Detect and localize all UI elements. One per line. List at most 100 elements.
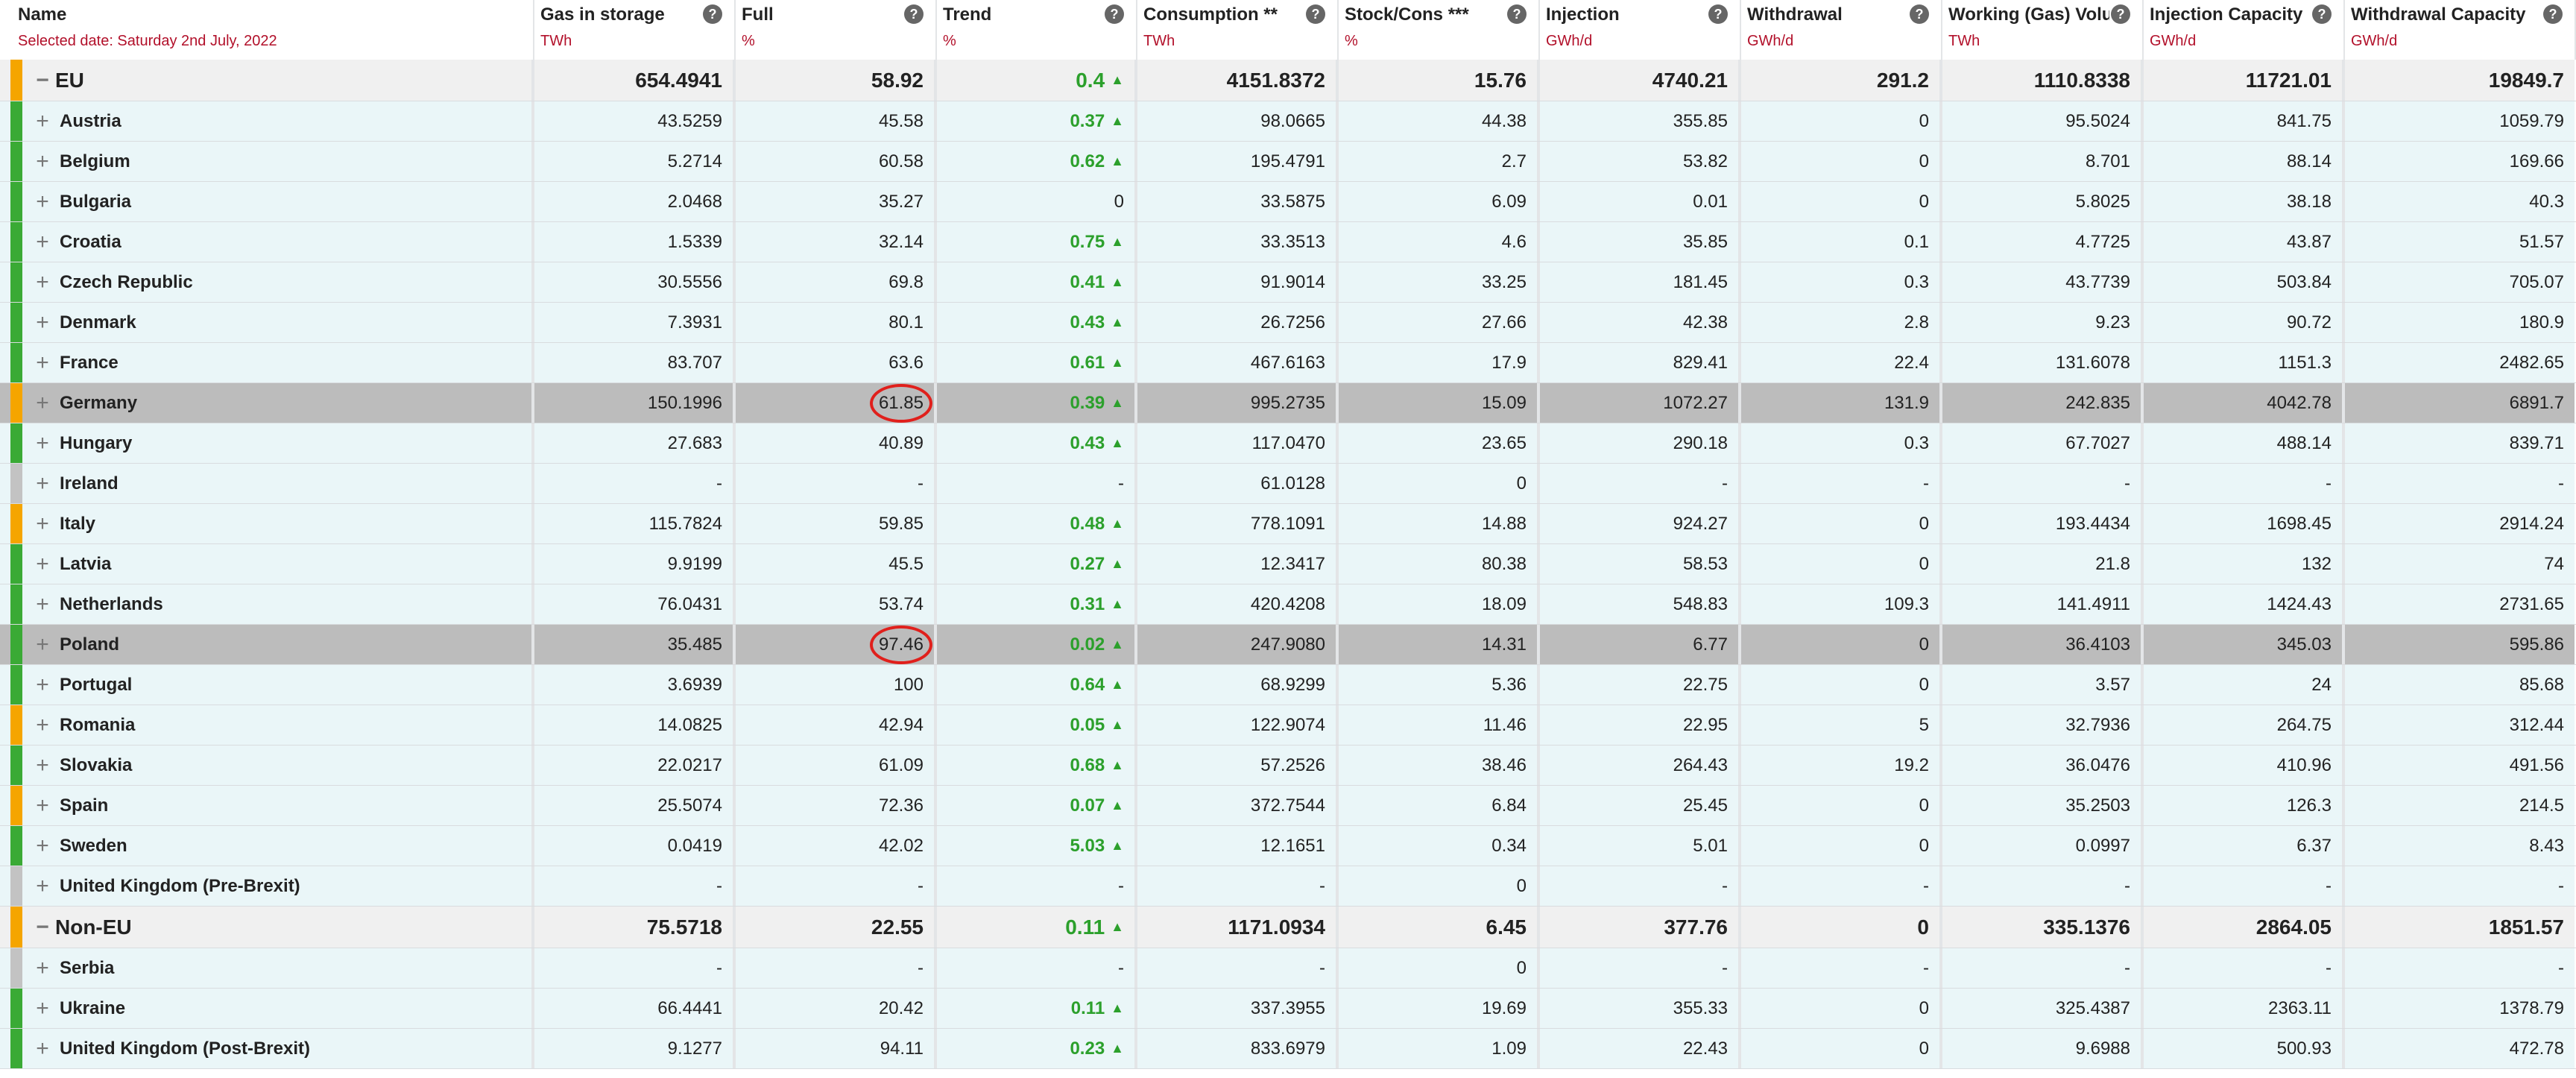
header-working-gas-volume[interactable]: Working (Gas) Volume TWh? — [1942, 0, 2144, 60]
expand-icon[interactable]: + — [33, 673, 52, 696]
table-row[interactable]: + Poland 35.485 97.46 0.02 ▲ 247.9080 14.31 6.77… — [0, 625, 2576, 665]
country-name[interactable]: Czech Republic — [60, 272, 193, 293]
table-row[interactable]: + Germany 150.1996 61.85 0.39 ▲ 995.2735 15.09 1… — [0, 383, 2576, 423]
collapse-icon[interactable]: − — [33, 69, 52, 92]
expand-icon[interactable]: + — [33, 311, 52, 334]
country-name[interactable]: Portugal — [60, 675, 132, 696]
collapse-icon[interactable]: − — [33, 915, 52, 939]
header-full[interactable]: Full%? — [736, 0, 937, 60]
table-row[interactable]: + United Kingdom (Pre-Brexit) - - - - 0 - - - - - — [0, 866, 2576, 907]
expand-icon[interactable]: + — [33, 874, 52, 898]
country-name[interactable]: Slovakia — [60, 755, 132, 776]
help-icon[interactable]: ? — [2312, 4, 2332, 24]
country-name[interactable]: United Kingdom (Pre-Brexit) — [60, 876, 300, 897]
expand-icon[interactable]: + — [33, 794, 52, 817]
help-icon[interactable]: ? — [1708, 4, 1728, 24]
expand-icon[interactable]: + — [33, 997, 52, 1020]
country-name[interactable]: Germany — [60, 393, 137, 414]
country-name[interactable]: France — [60, 353, 119, 373]
group-row-eu[interactable]: − EU 654.4941 58.92 0.4 ▲ 4151.8372 15.76 4740.2… — [0, 60, 2576, 101]
table-row[interactable]: + Portugal 3.6939 100 0.64 ▲ 68.9299 5.36 22.75 0… — [0, 665, 2576, 705]
table-row[interactable]: + United Kingdom (Post-Brexit) 9.1277 94.11… — [0, 1029, 2576, 1069]
gas-in-storage-cell: 35.485 — [534, 625, 736, 664]
expand-icon[interactable]: + — [33, 230, 52, 253]
expand-icon[interactable]: + — [33, 1037, 52, 1060]
expand-icon[interactable]: + — [33, 110, 52, 133]
table-row[interactable]: + Czech Republic 30.5556 69.8 0.41 ▲ 91.9014 33… — [0, 262, 2576, 303]
group-row-non-eu[interactable]: − Non-EU 75.5718 22.55 0.11 ▲ 1171.0934 6.45 377… — [0, 907, 2576, 948]
country-name[interactable]: Croatia — [60, 232, 121, 253]
cell-value: 18.09 — [1481, 593, 1527, 614]
table-row[interactable]: + Denmark 7.3931 80.1 0.43 ▲ 26.7256 27.66 42.38… — [0, 303, 2576, 343]
country-name[interactable]: Bulgaria — [60, 192, 131, 212]
expand-icon[interactable]: + — [33, 472, 52, 495]
table-row[interactable]: + Ireland - - - 61.0128 0 - - - - - — [0, 464, 2576, 504]
table-row[interactable]: + Ukraine 66.4441 20.42 0.11 ▲ 337.3955 19.69 35… — [0, 989, 2576, 1029]
trend-cell: 0 — [937, 182, 1137, 221]
help-icon[interactable]: ? — [2543, 4, 2563, 24]
table-row[interactable]: + Belgium 5.2714 60.58 0.62 ▲ 195.4791 2.7 53.82… — [0, 142, 2576, 182]
table-row[interactable]: + Austria 43.5259 45.58 0.37 ▲ 98.0665 44.38 355… — [0, 101, 2576, 142]
country-name[interactable]: Belgium — [60, 151, 130, 172]
header-consumption[interactable]: Consumption ** TWh? — [1137, 0, 1339, 60]
header-gas-in-storage[interactable]: Gas in storage TWh? — [534, 0, 736, 60]
table-row[interactable]: + Romania 14.0825 42.94 0.05 ▲ 122.9074 11.46 22… — [0, 705, 2576, 746]
country-name[interactable]: Serbia — [60, 958, 114, 979]
help-icon[interactable]: ? — [1306, 4, 1325, 24]
expand-icon[interactable]: + — [33, 432, 52, 455]
group-name[interactable]: Non-EU — [55, 915, 132, 939]
header-injection[interactable]: Injection GWh/d? — [1540, 0, 1741, 60]
country-name[interactable]: Romania — [60, 715, 135, 736]
table-row[interactable]: + Sweden 0.0419 42.02 5.03 ▲ 12.1651 0.34 5.01 0 0… — [0, 826, 2576, 866]
expand-icon[interactable]: + — [33, 593, 52, 616]
expand-icon[interactable]: + — [33, 150, 52, 173]
country-name[interactable]: Ukraine — [60, 998, 125, 1019]
expand-icon[interactable]: + — [33, 552, 52, 576]
country-name[interactable]: Latvia — [60, 554, 111, 575]
table-row[interactable]: + France 83.707 63.6 0.61 ▲ 467.6163 17.9 829.41… — [0, 343, 2576, 383]
header-withdrawal[interactable]: Withdrawal GWh/d? — [1741, 0, 1942, 60]
table-row[interactable]: + Hungary 27.683 40.89 0.43 ▲ 117.0470 23.65 290… — [0, 423, 2576, 464]
expand-icon[interactable]: + — [33, 834, 52, 857]
table-row[interactable]: + Spain 25.5074 72.36 0.07 ▲ 372.7544 6.84 25.45… — [0, 786, 2576, 826]
country-name[interactable]: United Kingdom (Post-Brexit) — [60, 1038, 310, 1059]
header-name[interactable]: Name Selected date: Saturday 2nd July, 2… — [0, 0, 534, 60]
table-row[interactable]: + Croatia 1.5339 32.14 0.75 ▲ 33.3513 4.6 35.85 0… — [0, 222, 2576, 262]
help-icon[interactable]: ? — [904, 4, 924, 24]
expand-icon[interactable]: + — [33, 512, 52, 535]
header-injection-capacity[interactable]: Injection Capacity GWh/d? — [2144, 0, 2345, 60]
header-withdrawal-capacity[interactable]: Withdrawal Capacity GWh/d? — [2345, 0, 2576, 60]
help-icon[interactable]: ? — [1910, 4, 1929, 24]
expand-icon[interactable]: + — [33, 713, 52, 737]
expand-icon[interactable]: + — [33, 633, 52, 656]
expand-icon[interactable]: + — [33, 754, 52, 777]
expand-icon[interactable]: + — [33, 391, 52, 415]
gas-in-storage-cell: 14.0825 — [534, 705, 736, 745]
expand-icon[interactable]: + — [33, 956, 52, 980]
group-name[interactable]: EU — [55, 69, 84, 92]
country-name[interactable]: Italy — [60, 514, 95, 535]
country-name[interactable]: Poland — [60, 634, 119, 655]
country-name[interactable]: Hungary — [60, 433, 132, 454]
country-name[interactable]: Austria — [60, 111, 121, 132]
country-name[interactable]: Sweden — [60, 836, 127, 857]
help-icon[interactable]: ? — [703, 4, 722, 24]
table-row[interactable]: + Netherlands 76.0431 53.74 0.31 ▲ 420.4208 18.… — [0, 584, 2576, 625]
table-row[interactable]: + Slovakia 22.0217 61.09 0.68 ▲ 57.2526 38.46 26… — [0, 746, 2576, 786]
expand-icon[interactable]: + — [33, 351, 52, 374]
header-trend[interactable]: Trend%? — [937, 0, 1137, 60]
country-name[interactable]: Ireland — [60, 473, 119, 494]
table-row[interactable]: + Latvia 9.9199 45.5 0.27 ▲ 12.3417 80.38 58.53 0… — [0, 544, 2576, 584]
country-name[interactable]: Netherlands — [60, 594, 163, 615]
expand-icon[interactable]: + — [33, 190, 52, 213]
table-row[interactable]: + Italy 115.7824 59.85 0.48 ▲ 778.1091 14.88 924… — [0, 504, 2576, 544]
country-name[interactable]: Denmark — [60, 312, 136, 333]
expand-icon[interactable]: + — [33, 271, 52, 294]
help-icon[interactable]: ? — [1105, 4, 1124, 24]
table-row[interactable]: + Serbia - - - - 0 - - - - - — [0, 948, 2576, 989]
header-stock-cons[interactable]: Stock/Cons ***%? — [1339, 0, 1540, 60]
table-row[interactable]: + Bulgaria 2.0468 35.27 0 33.5875 6.09 0.01 0 5.8… — [0, 182, 2576, 222]
help-icon[interactable]: ? — [2111, 4, 2130, 24]
country-name[interactable]: Spain — [60, 795, 108, 816]
help-icon[interactable]: ? — [1507, 4, 1527, 24]
